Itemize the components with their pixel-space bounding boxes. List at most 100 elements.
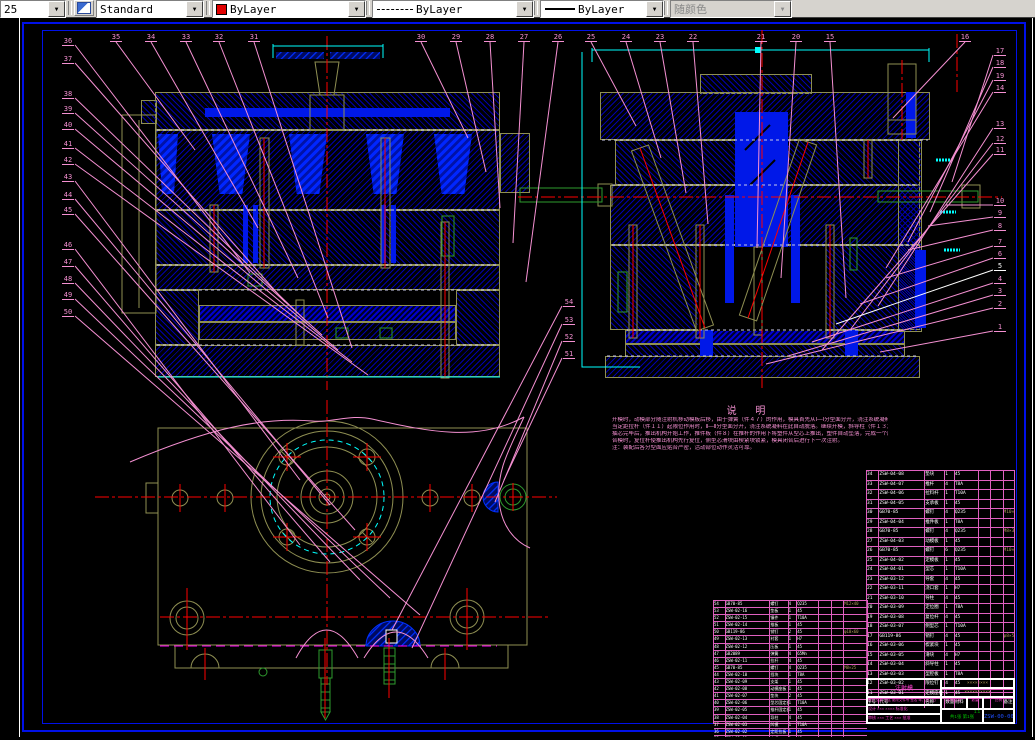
bom-cell: 31 bbox=[867, 500, 873, 506]
bom-cell: 推杆 bbox=[924, 480, 944, 489]
layer-combo[interactable]: 25 ▼ bbox=[0, 0, 66, 18]
notes-line: 注：装配后各分型面应贴合严密，活动部位动作灵活可靠。 bbox=[612, 445, 756, 451]
bom-row: 53 ZSW-02-16 垫板 1 45 bbox=[714, 607, 867, 615]
bom-cell: 4 bbox=[944, 632, 954, 641]
bom-cell: 45 bbox=[796, 686, 818, 693]
bom-cell bbox=[830, 657, 843, 664]
bom-cell: ZSW-04-07 bbox=[878, 480, 924, 489]
bom-cell: 1 bbox=[944, 604, 954, 613]
bom-cell: 1 bbox=[787, 728, 797, 735]
bom-cell: Q235 bbox=[953, 528, 978, 537]
lineweight-combo[interactable]: ByLayer ▼ bbox=[540, 0, 664, 18]
chevron-down-icon[interactable]: ▼ bbox=[646, 1, 663, 17]
title-block-name: 注射模 bbox=[867, 679, 941, 697]
bom-cell: 动模板 bbox=[924, 537, 944, 546]
bom-row: 44 ZSW-02-10 挡块 1 T8A bbox=[714, 670, 867, 679]
bom-cell bbox=[977, 537, 990, 546]
bom-row: 18 ZSW-03-07 侧型芯 1 T10A bbox=[867, 622, 1014, 632]
text-style-combo[interactable]: Standard ▼ bbox=[96, 0, 204, 18]
bom-cell: 动模座板 bbox=[769, 686, 787, 693]
bom-cell bbox=[830, 629, 843, 636]
bom-cell bbox=[1002, 490, 1014, 499]
bom-cell bbox=[843, 700, 867, 707]
bom-cell: 导柱 bbox=[769, 714, 787, 721]
bom-row: 25 ZSW-04-02 定模板 1 45 bbox=[867, 555, 1014, 565]
bom-cell: 47 bbox=[714, 650, 719, 656]
bom-cell bbox=[830, 721, 843, 728]
bom-cell: GB119-86 bbox=[724, 629, 770, 636]
callout-label-38: 38 bbox=[62, 90, 74, 99]
title-block: 注射模 ×××××××× ×××××××××× 标记 处数 分区 更改文件号 签… bbox=[866, 678, 1015, 724]
bom-row: 42 ZSW-02-08 动模座板 1 45 bbox=[714, 685, 867, 693]
bom-cell: 65Mn bbox=[796, 650, 818, 657]
command-line-partial[interactable]: 命令: bbox=[0, 740, 1035, 744]
bom-cell: 1 bbox=[944, 471, 954, 480]
callout-label-10: 10 bbox=[994, 197, 1006, 206]
bom-cell: ZSW-03-10 bbox=[878, 594, 924, 603]
color-combo[interactable]: ByLayer ▼ bbox=[212, 0, 366, 18]
bom-cell: 导柱 bbox=[924, 594, 944, 603]
bom-cell: 17 bbox=[867, 633, 873, 639]
notes-title: 说 明 bbox=[726, 406, 774, 417]
bom-cell: 23 bbox=[867, 576, 873, 582]
bom-cell bbox=[1002, 556, 1014, 565]
bom-cell: ZSW-02-14 bbox=[724, 622, 770, 629]
bom-cell bbox=[1002, 518, 1014, 527]
bom-cell: 51 bbox=[714, 622, 719, 628]
toolbar-separator bbox=[206, 1, 210, 15]
bom-cell: 45 bbox=[953, 661, 978, 670]
callout-label-45: 45 bbox=[62, 206, 74, 215]
text-style-icon-image bbox=[77, 2, 91, 14]
bom-cell: 45 bbox=[796, 657, 818, 664]
plotstyle-combo-value: 随颜色 bbox=[674, 3, 707, 16]
properties-toolbar: 25 ▼ Standard ▼ ByLayer ▼ ByLayer ▼ ByLa… bbox=[0, 0, 1035, 18]
callout-label-26: 26 bbox=[552, 33, 564, 42]
chevron-down-icon[interactable]: ▼ bbox=[348, 1, 365, 17]
chevron-down-icon[interactable]: ▼ bbox=[48, 1, 65, 17]
bom-cell: 21 bbox=[867, 595, 873, 601]
bom-cell: ZSW-02-13 bbox=[724, 636, 770, 643]
bom-cell: GB119-86 bbox=[878, 632, 924, 641]
chevron-down-icon[interactable]: ▼ bbox=[186, 1, 203, 17]
bom-cell: 45 bbox=[796, 622, 818, 629]
text-style-icon[interactable] bbox=[74, 0, 94, 16]
bom-cell: ZSW-02-16 bbox=[724, 608, 770, 615]
bom-cell: 螺钉 bbox=[924, 547, 944, 556]
bom-cell: 45 bbox=[953, 642, 978, 651]
linetype-combo[interactable]: ByLayer ▼ bbox=[372, 0, 534, 18]
bom-cell bbox=[977, 518, 990, 527]
bom-cell: ZSW-02-06 bbox=[724, 700, 770, 707]
bom-cell: ZSW-02-04 bbox=[724, 714, 770, 721]
color-combo-value: ByLayer bbox=[230, 2, 277, 16]
bom-cell: M12×40 bbox=[843, 601, 867, 608]
bom-cell: 衬套 bbox=[769, 636, 787, 643]
bom-cell: GB70-85 bbox=[878, 528, 924, 537]
bom-cell: Q235 bbox=[953, 509, 978, 518]
bom-cell: ZSW-03-09 bbox=[878, 604, 924, 613]
bom-row: 28 GB70-85螺钉4Q235 M8×30 bbox=[867, 527, 1014, 537]
bom-cell: 32 bbox=[867, 491, 873, 496]
bom-cell: 45 bbox=[796, 728, 818, 735]
bom-cell: 垫块 bbox=[924, 471, 944, 480]
callout-label-6: 6 bbox=[994, 250, 1006, 259]
bom-cell bbox=[990, 518, 1002, 527]
bom-cell bbox=[977, 642, 990, 651]
bom-cell: M8×25 bbox=[843, 664, 867, 671]
bom-row: 47 GB2089 弹簧 4 65Mn bbox=[714, 649, 867, 657]
bom-cell bbox=[990, 556, 1002, 565]
toolbar-separator bbox=[366, 1, 370, 15]
bom-cell: GB70-85 bbox=[724, 664, 770, 671]
window-edge-left bbox=[19, 17, 20, 737]
bom-row: 23 ZSW-03-12 导套 4 45 bbox=[867, 574, 1014, 584]
bom-cell: 45 bbox=[796, 714, 818, 721]
bom-row: 45 GB70-85 螺钉 4 Q235 M8×25 bbox=[714, 663, 867, 671]
bom-cell bbox=[818, 679, 830, 686]
bom-cell bbox=[818, 700, 830, 707]
bom-cell: 垫块 bbox=[769, 693, 787, 700]
chevron-down-icon: ▼ bbox=[774, 1, 791, 17]
title-block-mark-row: 标记 处数 分区 更改文件号 签名 年、月、日 bbox=[867, 697, 941, 705]
bom-cell: 螺钉 bbox=[924, 528, 944, 537]
chevron-down-icon[interactable]: ▼ bbox=[516, 1, 533, 17]
bom-cell: ZSW-02-12 bbox=[724, 643, 770, 650]
bom-row: 27 ZSW-04-03 动模板 1 45 bbox=[867, 536, 1014, 546]
